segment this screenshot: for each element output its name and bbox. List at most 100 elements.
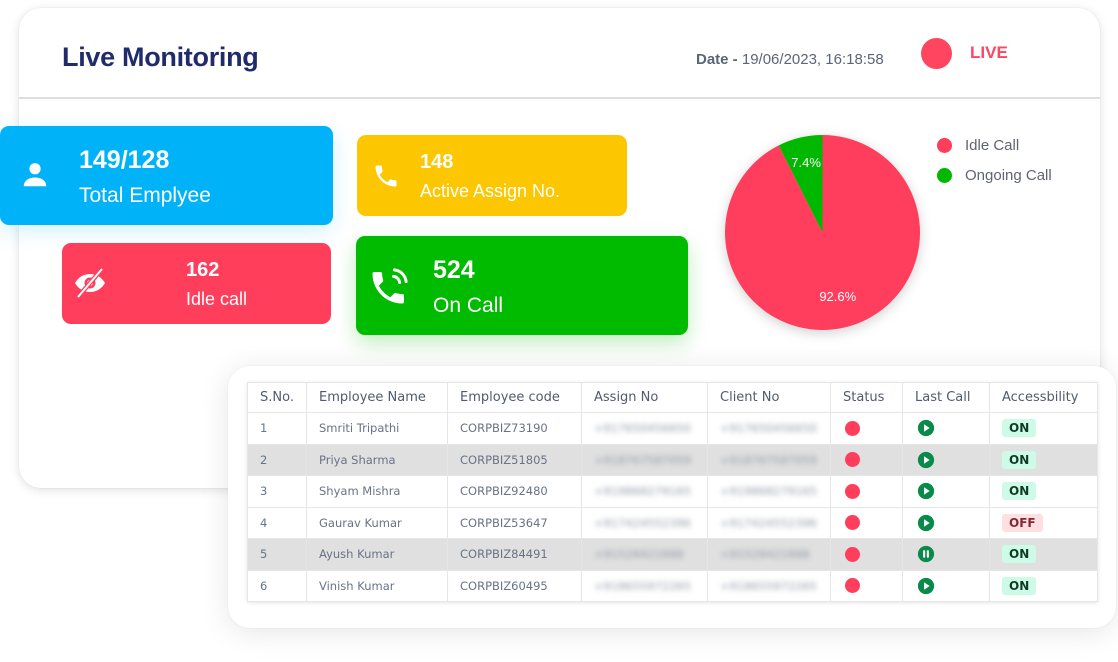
table-row[interactable]: 4 Gaurav Kumar CORPBIZ53647 +917424552396 +9… bbox=[247, 506, 1098, 539]
accessibility-badge[interactable]: ON bbox=[1002, 576, 1037, 595]
accessibility-badge[interactable]: ON bbox=[1002, 450, 1037, 469]
call-status-pie-chart: 92.6% 7.4% bbox=[715, 125, 930, 340]
accessibility-badge[interactable]: ON bbox=[1002, 419, 1037, 438]
cell-employee-name: Vinish Kumar bbox=[306, 569, 448, 602]
play-icon[interactable] bbox=[915, 420, 935, 437]
legend-swatch-idle-call bbox=[937, 137, 952, 153]
page-title: Live Monitoring bbox=[62, 42, 259, 72]
cell-last-call bbox=[902, 475, 990, 508]
column-header-client-no[interactable]: Client No bbox=[707, 382, 831, 413]
client-no-blurred: +91528421888 bbox=[720, 548, 810, 562]
date-display: Date - 19/06/2023, 16:18:58 bbox=[696, 51, 884, 68]
cell-assign-no: +918655972265 bbox=[581, 569, 708, 602]
cell-last-call bbox=[902, 506, 990, 539]
cell-last-call bbox=[902, 569, 990, 602]
pie-label-ongoing-call: 7.4% bbox=[791, 155, 821, 170]
status-dot-icon bbox=[845, 546, 860, 562]
cell-employee-code: CORPBIZ53647 bbox=[447, 506, 582, 539]
on-call-card[interactable]: 524 On Call bbox=[356, 236, 688, 335]
assign-no-blurred: +917424552396 bbox=[594, 516, 692, 530]
assign-no-blurred: +91528421888 bbox=[594, 548, 684, 562]
legend-item-ongoing-call[interactable]: Ongoing Call bbox=[937, 160, 1052, 190]
idle-call-value: 162 bbox=[186, 259, 220, 281]
cell-sno: 1 bbox=[247, 412, 307, 445]
status-dot-icon bbox=[845, 420, 860, 436]
cell-employee-code: CORPBIZ60495 bbox=[447, 569, 582, 602]
phone-icon bbox=[369, 159, 403, 193]
pause-icon[interactable] bbox=[915, 546, 935, 563]
play-icon[interactable] bbox=[915, 451, 935, 468]
cell-status bbox=[830, 569, 903, 602]
on-call-value: 524 bbox=[433, 256, 475, 284]
active-assign-value: 148 bbox=[420, 151, 454, 173]
client-no-blurred: +918767587059 bbox=[720, 453, 818, 467]
client-no-blurred: +918655972265 bbox=[720, 579, 818, 593]
table-row[interactable]: 5 Ayush Kumar CORPBIZ84491 +91528421888 +915… bbox=[247, 538, 1098, 571]
cell-sno: 3 bbox=[247, 475, 307, 508]
table-row[interactable]: 6 Vinish Kumar CORPBIZ60495 +918655972265 +9… bbox=[247, 569, 1098, 602]
cell-last-call bbox=[902, 412, 990, 445]
total-employee-card[interactable]: 149/128 Total Emplyee bbox=[0, 126, 333, 225]
cell-last-call bbox=[902, 538, 990, 571]
active-assign-card[interactable]: 148 Active Assign No. bbox=[357, 135, 627, 216]
cell-accessibility: ON bbox=[989, 569, 1098, 602]
cell-assign-no: +917424552396 bbox=[581, 506, 708, 539]
accessibility-badge[interactable]: ON bbox=[1002, 545, 1037, 564]
cell-employee-name: Gaurav Kumar bbox=[306, 506, 448, 539]
cell-accessibility: ON bbox=[989, 443, 1098, 476]
cell-employee-name: Ayush Kumar bbox=[306, 538, 448, 571]
column-header-assign-no[interactable]: Assign No bbox=[581, 382, 708, 413]
cell-sno: 2 bbox=[247, 443, 307, 476]
column-header-sno[interactable]: S.No. bbox=[247, 382, 307, 413]
play-icon[interactable] bbox=[915, 514, 935, 531]
cell-client-no: +91528421888 bbox=[707, 538, 831, 571]
employee-table: S.No. Employee Name Employee code Assign… bbox=[247, 382, 1098, 602]
accessibility-badge[interactable]: OFF bbox=[1002, 513, 1043, 532]
cell-client-no: +919868279165 bbox=[707, 475, 831, 508]
status-dot-icon bbox=[845, 483, 860, 499]
cell-employee-code: CORPBIZ51805 bbox=[447, 443, 582, 476]
assign-no-blurred: +917650456650 bbox=[594, 422, 692, 436]
column-header-employee-name[interactable]: Employee Name bbox=[306, 382, 448, 413]
legend-item-idle-call[interactable]: Idle Call bbox=[937, 130, 1052, 160]
cell-assign-no: +919868279165 bbox=[581, 475, 708, 508]
assign-no-blurred: +918655972265 bbox=[594, 579, 692, 593]
client-no-blurred: +917424552396 bbox=[720, 516, 818, 530]
pie-legend: Idle Call Ongoing Call bbox=[937, 130, 1052, 190]
status-dot-icon bbox=[845, 515, 860, 531]
play-icon[interactable] bbox=[915, 483, 935, 500]
status-dot-icon bbox=[845, 452, 860, 468]
cell-employee-code: CORPBIZ92480 bbox=[447, 475, 582, 508]
column-header-status[interactable]: Status bbox=[830, 382, 903, 413]
cell-client-no: +917650456650 bbox=[707, 412, 831, 445]
cell-assign-no: +917650456650 bbox=[581, 412, 708, 445]
play-icon[interactable] bbox=[915, 577, 935, 594]
cell-assign-no: +918767587059 bbox=[581, 443, 708, 476]
eye-slash-icon bbox=[72, 265, 108, 301]
cell-status bbox=[830, 538, 903, 571]
column-header-accessibility[interactable]: Accessbility bbox=[989, 382, 1098, 413]
employee-table-card: S.No. Employee Name Employee code Assign… bbox=[228, 366, 1116, 628]
date-value: 19/06/2023, 16:18:58 bbox=[741, 51, 884, 68]
table-row[interactable]: 1 Smriti Tripathi CORPBIZ73190 +91765045665… bbox=[247, 412, 1098, 445]
legend-swatch-ongoing-call bbox=[937, 167, 952, 183]
client-no-blurred: +917650456650 bbox=[720, 422, 818, 436]
table-row[interactable]: 2 Priya Sharma CORPBIZ51805 +918767587059 +9… bbox=[247, 443, 1098, 476]
column-header-last-call[interactable]: Last Call bbox=[902, 382, 990, 413]
cell-accessibility: ON bbox=[989, 475, 1098, 508]
idle-call-card[interactable]: 162 Idle call bbox=[62, 243, 331, 324]
cell-employee-name: Smriti Tripathi bbox=[306, 412, 448, 445]
cell-accessibility: ON bbox=[989, 538, 1098, 571]
phone-volume-icon bbox=[368, 264, 412, 308]
total-employee-label: Total Emplyee bbox=[79, 184, 211, 207]
cell-client-no: +917424552396 bbox=[707, 506, 831, 539]
legend-label-idle-call: Idle Call bbox=[965, 136, 1020, 154]
column-header-employee-code[interactable]: Employee code bbox=[447, 382, 582, 413]
active-assign-label: Active Assign No. bbox=[420, 181, 561, 201]
cell-client-no: +918655972265 bbox=[707, 569, 831, 602]
table-row[interactable]: 3 Shyam Mishra CORPBIZ92480 +919868279165 +9… bbox=[247, 475, 1098, 508]
cell-accessibility: ON bbox=[989, 412, 1098, 445]
accessibility-badge[interactable]: ON bbox=[1002, 482, 1037, 501]
client-no-blurred: +919868279165 bbox=[720, 485, 818, 499]
user-icon bbox=[18, 158, 52, 192]
